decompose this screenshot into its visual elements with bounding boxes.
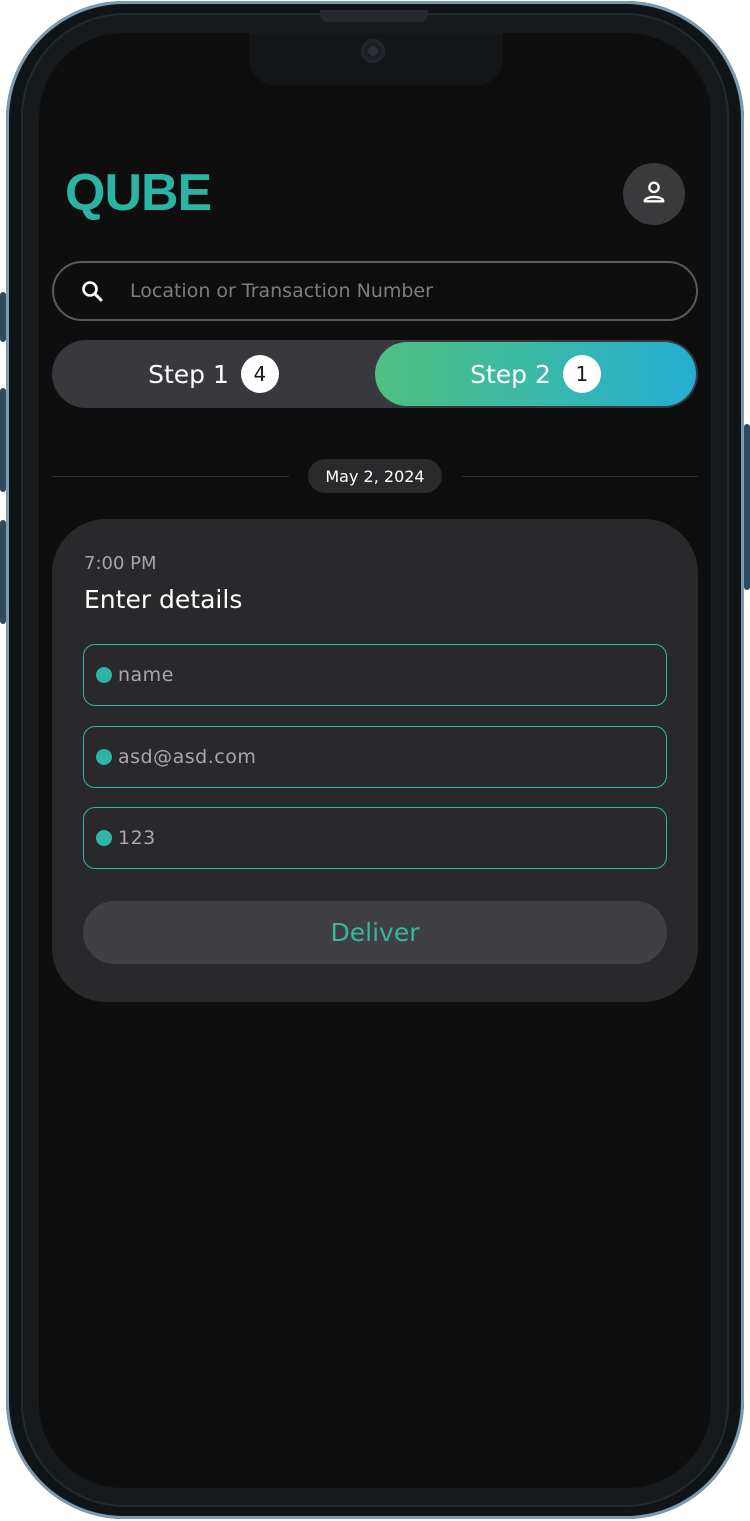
date-chip: May 2, 2024 bbox=[308, 459, 442, 493]
user-icon bbox=[640, 178, 668, 210]
search-icon bbox=[80, 279, 104, 303]
name-field[interactable]: name bbox=[83, 644, 667, 706]
phone-field[interactable]: 123 bbox=[83, 807, 667, 869]
deliver-button[interactable]: Deliver bbox=[83, 901, 667, 964]
phone-notch bbox=[249, 33, 503, 85]
app-logo: QUBE bbox=[65, 164, 212, 222]
tab-step-1[interactable]: Step 1 4 bbox=[52, 340, 375, 408]
tab-step-1-count-badge: 4 bbox=[240, 355, 279, 393]
tab-step-2-label: Step 2 bbox=[470, 359, 551, 389]
delivery-card: 7:00 PM Enter details name asd@asd.com 1… bbox=[52, 519, 698, 1002]
divider-line-right bbox=[462, 476, 698, 477]
card-time: 7:00 PM bbox=[84, 553, 157, 574]
field-indicator-dot-icon bbox=[96, 749, 112, 765]
card-title: Enter details bbox=[84, 585, 243, 614]
phone-side-button-volume-down bbox=[0, 520, 6, 624]
date-divider: May 2, 2024 bbox=[52, 459, 698, 493]
phone-side-button-power bbox=[744, 424, 750, 590]
phone-side-button-volume-up bbox=[0, 388, 6, 492]
tab-step-2[interactable]: Step 2 1 bbox=[375, 342, 696, 406]
search-bar[interactable] bbox=[52, 261, 698, 321]
field-indicator-dot-icon bbox=[96, 830, 112, 846]
camera-icon bbox=[361, 39, 385, 63]
email-field-value: asd@asd.com bbox=[118, 746, 257, 768]
divider-line-left bbox=[52, 476, 289, 477]
name-field-value: name bbox=[118, 664, 174, 686]
field-indicator-dot-icon bbox=[96, 667, 112, 683]
app-screen: QUBE Step 1 4 Step 2 1 May 2, 202 bbox=[39, 33, 711, 1488]
email-field[interactable]: asd@asd.com bbox=[83, 726, 667, 788]
profile-button[interactable] bbox=[623, 163, 685, 225]
search-input[interactable] bbox=[128, 279, 696, 303]
tab-step-1-label: Step 1 bbox=[148, 359, 229, 389]
phone-field-value: 123 bbox=[118, 827, 156, 849]
phone-side-button-mute bbox=[0, 292, 6, 342]
tab-step-2-count-badge: 1 bbox=[562, 355, 601, 393]
step-tabs: Step 1 4 Step 2 1 bbox=[52, 340, 698, 408]
phone-speaker bbox=[320, 10, 428, 22]
